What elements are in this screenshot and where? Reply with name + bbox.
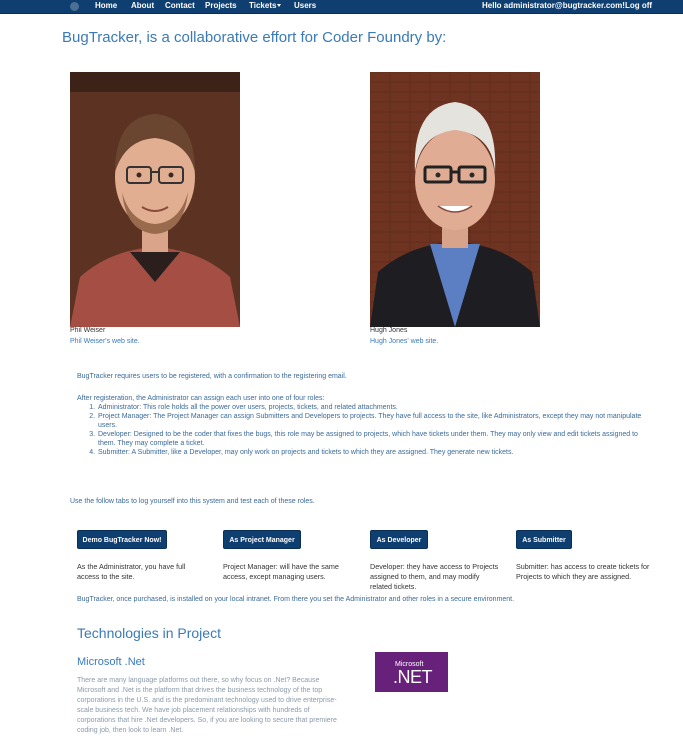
hugh-website-link[interactable]: Hugh Jones' web site. — [370, 338, 438, 345]
nav-projects[interactable]: Projects — [205, 1, 237, 11]
installed-text: BugTracker, once purchased, is installed… — [77, 596, 515, 603]
phil-website-link[interactable]: Phil Weiser's web site. — [70, 338, 140, 345]
demo-submitter-button[interactable]: As Submitter — [516, 530, 572, 549]
demo-administrator-button[interactable]: Demo BugTracker Now! — [77, 530, 167, 549]
role-project-manager: Project Manager: The Project Manager can… — [97, 412, 654, 430]
caret-down-icon — [277, 4, 282, 8]
nav-tickets-label: Tickets — [249, 1, 277, 10]
demo-project-manager-desc: Project Manager: will have the same acce… — [223, 562, 339, 581]
phil-name: Phil Weiser — [70, 327, 106, 334]
registration-text: BugTracker requires users to be register… — [77, 373, 347, 380]
roles-list: Administrator: This role holds all the p… — [84, 403, 654, 457]
nav-contact[interactable]: Contact — [165, 1, 195, 11]
hugh-name: Hugh Jones — [370, 327, 408, 334]
follow-tabs-text: Use the follow tabs to log yourself into… — [70, 498, 315, 505]
demo-developer-button[interactable]: As Developer — [370, 530, 428, 549]
page-headline: BugTracker, is a collaborative effort fo… — [62, 29, 447, 46]
roles-intro-text: After registeration, the Administrator c… — [77, 395, 325, 402]
dotnet-logo-net: .NET — [393, 667, 433, 687]
demo-administrator-desc: As the Administrator, you have full acce… — [77, 562, 186, 581]
nav-users[interactable]: Users — [294, 1, 316, 11]
dotnet-logo: Microsoft .NET — [375, 652, 448, 692]
dotnet-subheading: Microsoft .Net — [77, 656, 145, 668]
hugh-portrait-image — [370, 72, 540, 327]
demo-project-manager-button[interactable]: As Project Manager — [223, 530, 301, 549]
demo-developer-desc: Developer: they have access to Projects … — [370, 562, 499, 591]
nav-tickets[interactable]: Tickets — [249, 1, 282, 11]
role-administrator: Administrator: This role holds all the p… — [97, 403, 654, 412]
logoff-link[interactable]: Log off — [625, 1, 652, 11]
hugh-photo — [370, 72, 540, 327]
demo-submitter-desc: Submitter: has access to create tickets … — [516, 562, 650, 581]
role-developer: Developer: Designed to be the coder that… — [97, 430, 654, 448]
phil-portrait-image — [70, 72, 240, 327]
nav-about[interactable]: About — [131, 1, 154, 11]
user-greeting-link[interactable]: Hello administrator@bugtracker.com! — [482, 1, 625, 11]
technologies-heading: Technologies in Project — [77, 625, 221, 641]
role-submitter: Submitter: A Submitter, like a Developer… — [97, 448, 654, 457]
nav-home[interactable]: Home — [95, 1, 117, 11]
top-navbar: Home About Contact Projects Tickets User… — [0, 0, 683, 14]
dotnet-description: There are many language platforms out th… — [77, 677, 337, 734]
bug-logo-icon[interactable] — [70, 2, 79, 11]
phil-photo — [70, 72, 240, 327]
